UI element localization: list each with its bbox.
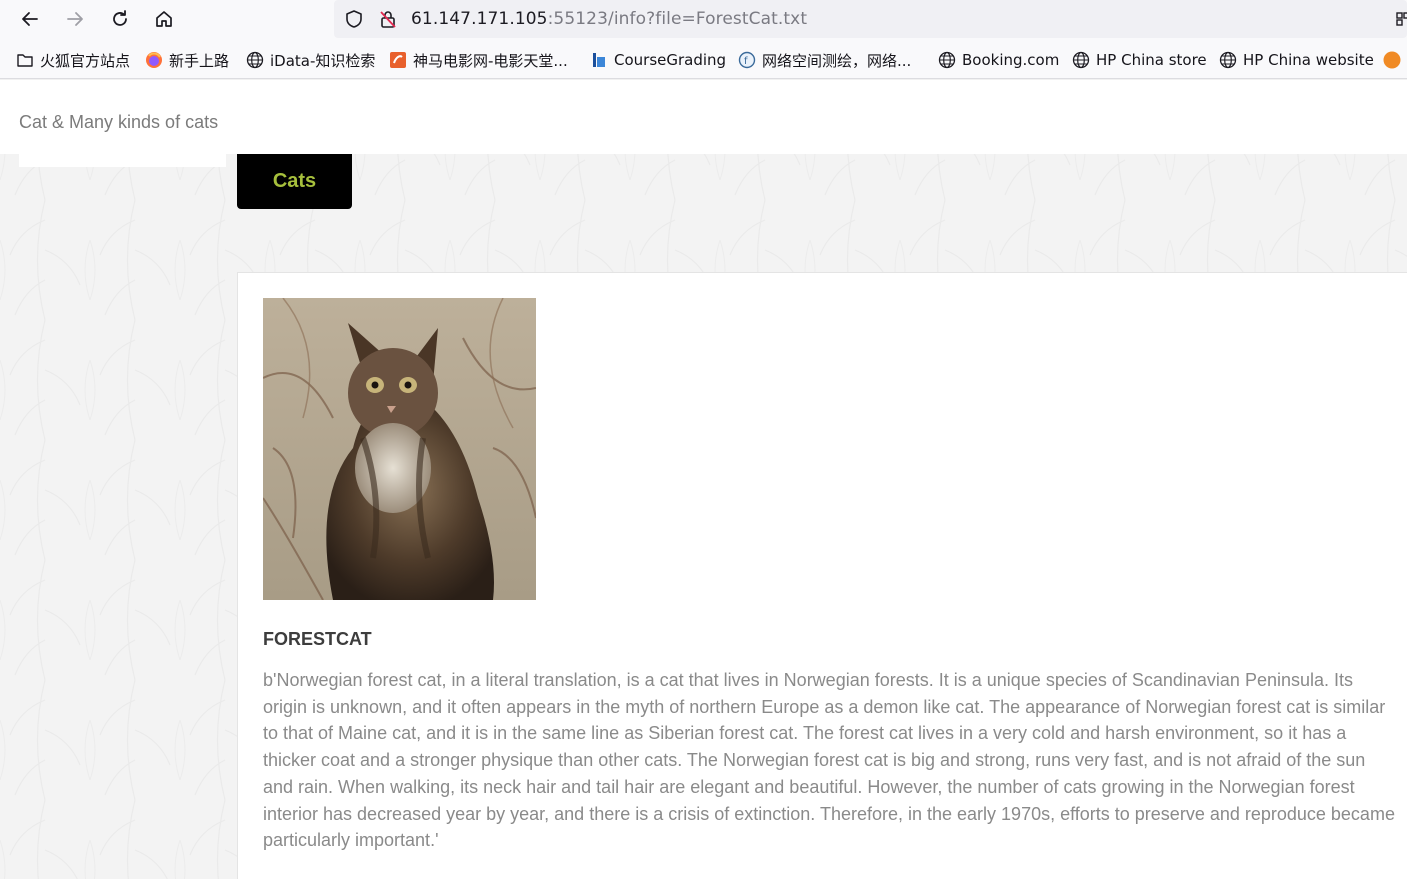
browser-toolbar: 61.147.171.105:55123/info?file=ForestCat… xyxy=(0,0,1407,38)
insecure-lock-icon[interactable] xyxy=(377,8,399,30)
article-card: FORESTCAT b'Norwegian forest cat, in a l… xyxy=(237,272,1407,879)
cats-nav-button[interactable]: Cats xyxy=(237,154,352,209)
bookmark-label: iData-知识检索 xyxy=(270,51,376,70)
url-path: :55123/info?file=ForestCat.txt xyxy=(547,9,808,29)
forward-arrow-icon xyxy=(67,12,83,26)
bookmark-label: Booking.com xyxy=(962,51,1060,69)
back-button[interactable] xyxy=(15,4,45,34)
bookmark-label: HP China website xyxy=(1243,51,1374,69)
web-page: Cat & Many kinds of cats Cats FORESTCAT … xyxy=(0,80,1407,879)
bookmark-hp-china-store[interactable]: HP China store xyxy=(1072,49,1207,71)
home-icon xyxy=(156,11,172,27)
url-text[interactable]: 61.147.171.105:55123/info?file=ForestCat… xyxy=(411,9,807,29)
extension-icon[interactable] xyxy=(1395,8,1407,30)
movie-site-icon xyxy=(389,51,407,69)
reload-button[interactable] xyxy=(105,4,135,34)
bookmark-hp-china-website[interactable]: HP China website xyxy=(1219,49,1374,71)
firefox-icon xyxy=(145,51,163,69)
bookmark-coursegrading[interactable]: CourseGrading xyxy=(590,49,726,71)
bookmark-firefox-official[interactable]: 火狐官方站点 xyxy=(16,49,130,71)
header-tab-strip xyxy=(19,154,226,167)
bookmark-getting-started[interactable]: 新手上路 xyxy=(145,49,229,71)
bookmark-label: CourseGrading xyxy=(614,51,727,69)
bookmark-shenma-movie[interactable]: 神马电影网-电影天堂... xyxy=(389,49,568,71)
globe-icon xyxy=(1219,51,1237,69)
fofa-icon: f xyxy=(738,51,756,69)
bookmark-label: 火狐官方站点 xyxy=(40,51,131,70)
url-host: 61.147.171.105 xyxy=(411,9,548,29)
orange-site-icon xyxy=(1383,51,1401,69)
site-title[interactable]: Cat & Many kinds of cats xyxy=(19,112,218,133)
globe-icon xyxy=(1072,51,1090,69)
bookmark-label: HP China store xyxy=(1096,51,1207,69)
bookmark-cyberspace-mapping[interactable]: f 网络空间测绘，网络... xyxy=(738,49,911,71)
bookmarks-bar: 火狐官方站点 新手上路 iData-知识检索 神马电影网-电影天堂... Cou… xyxy=(0,38,1407,79)
back-arrow-icon xyxy=(22,12,38,26)
site-header: Cat & Many kinds of cats xyxy=(0,80,1407,154)
shield-icon[interactable] xyxy=(343,8,365,30)
bookmark-label: 新手上路 xyxy=(169,51,230,70)
bookmark-overflow[interactable] xyxy=(1383,49,1407,71)
forest-cat-photo xyxy=(263,298,536,600)
reload-icon xyxy=(113,10,127,26)
globe-icon xyxy=(246,51,264,69)
coursegrading-icon xyxy=(590,51,608,69)
bookmark-idata[interactable]: iData-知识检索 xyxy=(246,49,375,71)
bookmark-label: 神马电影网-电影天堂... xyxy=(413,51,568,70)
svg-text:f: f xyxy=(744,56,748,67)
article-heading: FORESTCAT xyxy=(263,629,372,649)
article-body: b'Norwegian forest cat, in a literal tra… xyxy=(263,670,1395,851)
bookmark-booking[interactable]: Booking.com xyxy=(938,49,1059,71)
folder-icon xyxy=(16,51,34,69)
globe-icon xyxy=(938,51,956,69)
forward-button[interactable] xyxy=(60,4,90,34)
bookmark-label: 网络空间测绘，网络... xyxy=(762,51,912,70)
address-bar[interactable]: 61.147.171.105:55123/info?file=ForestCat… xyxy=(334,0,1407,38)
home-button[interactable] xyxy=(149,4,179,34)
